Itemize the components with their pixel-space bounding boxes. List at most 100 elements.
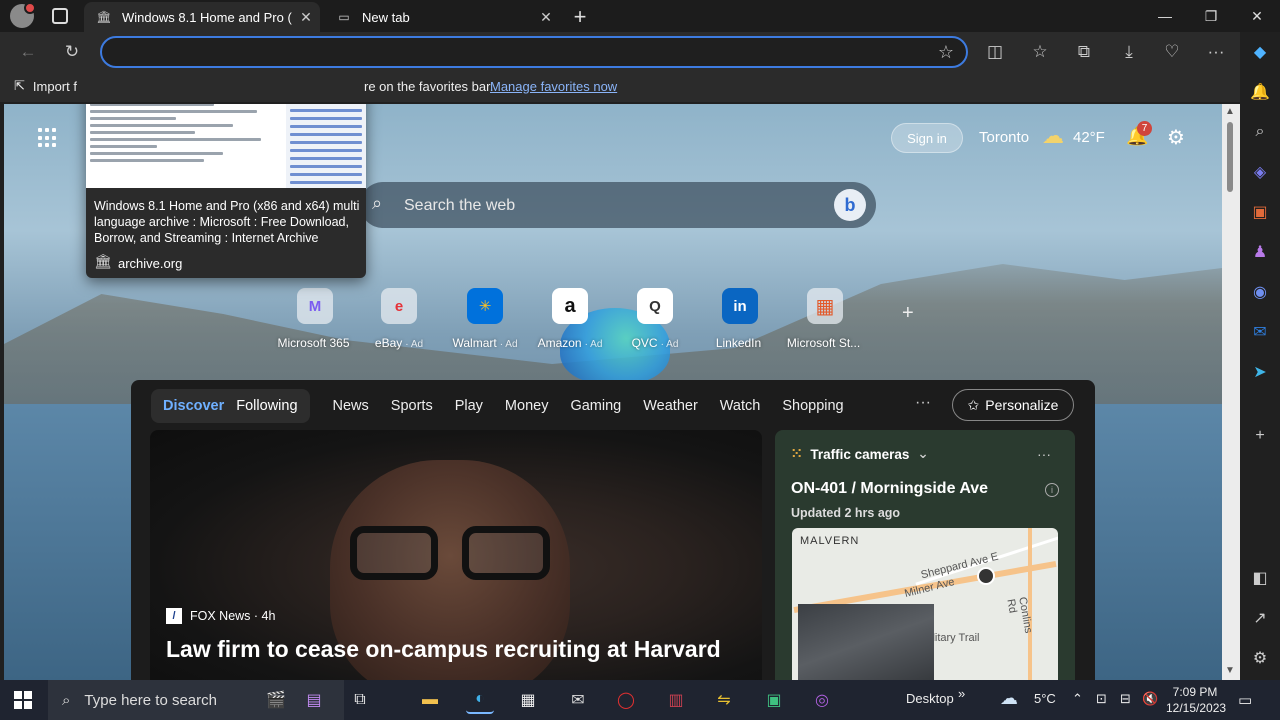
tab-news[interactable]: News <box>322 398 380 414</box>
tab-windows-archive[interactable]: 🏛 Windows 8.1 Home and Pro (x86 ✕ <box>84 2 320 32</box>
tab-sports[interactable]: Sports <box>380 398 444 414</box>
taskbar-clock[interactable]: 7:09 PM 12/15/2023 <box>1166 684 1226 716</box>
camera-pin-icon[interactable] <box>977 567 995 585</box>
edge-taskbar-icon[interactable]: ◐ <box>466 686 494 714</box>
quick-link-qvc[interactable]: Q QVC · Ad <box>610 288 700 350</box>
copilot-icon[interactable]: ◆ <box>1248 40 1272 64</box>
notification-bell-icon[interactable]: 🔔 <box>1248 80 1272 104</box>
manage-favorites-link[interactable]: Manage favorites now <box>490 79 617 94</box>
tab-shopping[interactable]: Shopping <box>771 398 854 414</box>
more-menu-icon[interactable]: ··· <box>1204 40 1228 64</box>
scroll-down-icon[interactable]: ▼ <box>1225 665 1235 676</box>
personalize-button[interactable]: ✩ Personalize <box>952 389 1074 421</box>
quick-link-walmart[interactable]: ✳ Walmart · Ad <box>440 288 530 350</box>
shopping-tag-icon[interactable]: ◈ <box>1248 160 1272 184</box>
new-tab-plus-icon[interactable]: + <box>568 4 592 30</box>
app-icon[interactable]: ▣ <box>760 686 788 714</box>
page-scrollbar[interactable]: ▲ ▼ <box>1222 104 1240 680</box>
network-icon[interactable]: ⊟ <box>1120 691 1131 707</box>
news-headline[interactable]: Law firm to cease on-campus recruiting a… <box>166 635 756 663</box>
tab-following[interactable]: Following <box>230 398 303 414</box>
clapper-icon[interactable]: 🎬 <box>262 686 290 714</box>
add-quick-link-icon[interactable]: + <box>902 302 914 325</box>
tab-new-tab[interactable]: ▭ New tab ✕ <box>324 2 560 32</box>
opera-icon[interactable]: ◯ <box>612 686 640 714</box>
traffic-camera-thumbnail[interactable] <box>798 604 934 680</box>
hero-news-card[interactable]: / FOX News · 4h Law firm to cease on-cam… <box>150 430 762 680</box>
quick-link-microsoft-store[interactable]: ▦ Microsoft St... <box>780 288 870 350</box>
traffic-map[interactable]: MALVERN Sheppard Ave E Milner Ave Conlin… <box>792 528 1058 680</box>
minimize-icon[interactable]: — <box>1142 0 1188 32</box>
new-tab-favicon-icon: ▭ <box>338 10 350 24</box>
address-bar[interactable]: ☆ <box>100 36 968 68</box>
tab-discover[interactable]: Discover <box>157 398 230 414</box>
close-tab-icon[interactable]: ✕ <box>532 9 560 26</box>
close-tab-icon[interactable]: ✕ <box>292 9 320 26</box>
tool-icon[interactable]: ⇋ <box>710 686 738 714</box>
archive-favicon-icon: 🏛 <box>96 10 112 24</box>
mail-icon[interactable]: ✉ <box>564 686 592 714</box>
windows-start-icon[interactable] <box>14 691 32 709</box>
quick-link-linkedin[interactable]: in LinkedIn <box>695 288 785 350</box>
sidebar-settings-icon[interactable]: ⚙ <box>1248 646 1272 670</box>
hide-sidebar-icon[interactable]: ◧ <box>1248 566 1272 590</box>
quick-link-microsoft-365[interactable]: M Microsoft 365 <box>270 288 360 350</box>
scroll-up-icon[interactable]: ▲ <box>1225 106 1235 117</box>
app-circle-icon[interactable]: ◎ <box>808 686 836 714</box>
split-screen-icon[interactable]: ◫ <box>983 40 1007 64</box>
import-favorites[interactable]: ⇱ Import f <box>14 78 77 94</box>
external-link-icon[interactable]: ↗ <box>1248 606 1272 630</box>
tab-weather[interactable]: Weather <box>632 398 709 414</box>
tray-app-icon[interactable]: ⊡ <box>1096 691 1107 707</box>
file-explorer-icon[interactable]: ▬ <box>416 686 444 714</box>
downloads-icon[interactable]: ⤓ <box>1117 40 1141 64</box>
taskbar-weather[interactable]: 5°C <box>1034 691 1056 706</box>
task-view-icon[interactable]: ⧉ <box>346 686 374 714</box>
traffic-card-header[interactable]: ⁙ Traffic cameras ⌄ <box>791 446 929 462</box>
tab-gaming[interactable]: Gaming <box>559 398 632 414</box>
microsoft-365-icon[interactable]: ◉ <box>1248 280 1272 304</box>
tools-icon[interactable]: ▣ <box>1248 200 1272 224</box>
traffic-more-icon[interactable]: ··· <box>1037 446 1051 462</box>
quick-link-amazon[interactable]: a Amazon · Ad <box>525 288 615 350</box>
back-arrow-icon[interactable]: ← <box>16 40 40 64</box>
info-icon[interactable]: i <box>1045 483 1059 497</box>
partly-cloudy-icon: ☁ <box>1042 123 1064 148</box>
tab-actions-icon[interactable] <box>52 8 68 24</box>
sign-in-button[interactable]: Sign in <box>891 123 963 153</box>
drop-icon[interactable]: ➤ <box>1248 360 1272 384</box>
web-search-box[interactable]: ⌕ Search the web b <box>360 182 876 228</box>
favorites-icon[interactable]: ☆ <box>1028 40 1052 64</box>
feed-more-icon[interactable]: ··· <box>915 394 931 412</box>
weather-temperature[interactable]: 42°F <box>1073 129 1105 146</box>
games-icon[interactable]: ♟ <box>1248 240 1272 264</box>
scrollbar-thumb[interactable] <box>1227 122 1233 192</box>
volume-muted-icon[interactable]: 🔇 <box>1142 691 1158 707</box>
outlook-icon[interactable]: ✉ <box>1248 320 1272 344</box>
performance-heart-icon[interactable]: ♡ <box>1160 40 1184 64</box>
close-window-icon[interactable]: ✕ <box>1234 0 1280 32</box>
traffic-cameras-card[interactable]: ⁙ Traffic cameras ⌄ ··· ON-401 / Morning… <box>775 430 1075 680</box>
profile-avatar[interactable] <box>10 2 36 28</box>
desktop-toolbar[interactable]: Desktop <box>906 691 954 706</box>
microsoft-store-taskbar-icon[interactable]: ▦ <box>514 686 542 714</box>
sidebar-search-icon[interactable]: ⌕ <box>1248 120 1272 144</box>
winrar-icon[interactable]: ▥ <box>662 686 690 714</box>
favorite-star-icon[interactable]: ☆ <box>938 42 954 63</box>
add-sidebar-app-icon[interactable]: + <box>1248 424 1272 448</box>
tray-expand-icon[interactable]: ⌃ <box>1072 691 1083 707</box>
collections-icon[interactable]: ⧉ <box>1072 40 1096 64</box>
notes-icon[interactable]: ▤ <box>300 686 328 714</box>
tab-play[interactable]: Play <box>444 398 494 414</box>
refresh-icon[interactable]: ↻ <box>60 40 84 64</box>
weather-city[interactable]: Toronto <box>979 129 1029 146</box>
bing-icon[interactable]: b <box>834 189 866 221</box>
page-settings-gear-icon[interactable]: ⚙ <box>1167 125 1185 150</box>
tab-money[interactable]: Money <box>494 398 560 414</box>
app-launcher-icon[interactable] <box>38 128 58 148</box>
notifications-center-icon[interactable]: ▭ <box>1238 691 1252 709</box>
quick-link-ebay[interactable]: e eBay · Ad <box>354 288 444 350</box>
tab-watch[interactable]: Watch <box>709 398 772 414</box>
desktop-chevron-icon[interactable]: » <box>958 686 965 701</box>
restore-icon[interactable]: ❐ <box>1188 0 1234 32</box>
